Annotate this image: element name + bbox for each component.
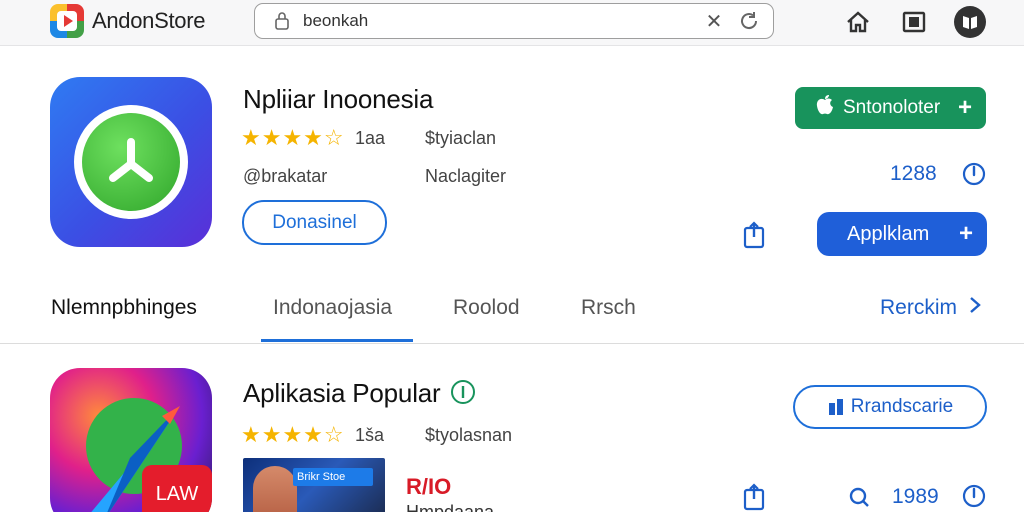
apply-button[interactable]: Applklam + (817, 212, 987, 256)
rating-value: 1ša (355, 425, 385, 445)
apply-button-label: Applklam (847, 222, 930, 245)
active-tab-indicator (261, 339, 413, 342)
promo-thumbnail[interactable]: Brikr Stoe (243, 458, 385, 512)
install-button-label: Sntonoloter (843, 97, 941, 118)
download-count: 1989 (892, 485, 939, 508)
search-bar[interactable]: beonkah ✕ (254, 3, 774, 39)
share-icon[interactable] (740, 220, 770, 250)
chevron-right-icon (969, 296, 981, 320)
rating-stars: ★★★★☆ (241, 125, 345, 150)
see-more-label: Rerckim (880, 296, 957, 319)
app-developer[interactable]: @brakatar (243, 166, 327, 187)
plus-icon: + (957, 94, 972, 121)
brand[interactable]: AndonStore (50, 4, 206, 38)
search-input[interactable]: beonkah (303, 11, 699, 31)
reload-icon[interactable] (729, 9, 769, 33)
person-image (253, 466, 297, 512)
app-icon-popular[interactable]: LAW (50, 368, 212, 512)
info-icon[interactable] (960, 482, 988, 510)
apple-icon (815, 94, 835, 122)
book-icon[interactable] (954, 6, 986, 38)
rating-stars: ★★★★☆ (241, 422, 345, 447)
section-title: Aplikasia Popular (243, 378, 476, 412)
tab-popular[interactable]: Roolod (453, 296, 520, 320)
brand-name: AndonStore (92, 8, 206, 33)
store-logo-icon (50, 4, 84, 38)
tab-recommendations[interactable]: Nlemnpbhinges (51, 296, 197, 320)
install-button[interactable]: Sntonoloter + (795, 87, 986, 129)
search-icon[interactable] (846, 484, 872, 510)
bookmark-icon (827, 397, 845, 417)
donate-button[interactable]: Donasinel (242, 200, 387, 245)
app-category: $tyiaclan (425, 128, 497, 148)
app-tag: Naclagiter (425, 166, 507, 186)
app-icon-messenger[interactable] (50, 77, 212, 247)
clear-icon[interactable]: ✕ (699, 9, 729, 34)
app-subtext: Hmpdaana (406, 502, 495, 512)
home-icon[interactable] (842, 6, 874, 38)
top-bar: AndonStore beonkah ✕ (0, 0, 1024, 46)
gallery-icon[interactable] (898, 6, 930, 38)
info-circle-icon[interactable] (450, 379, 476, 412)
info-icon[interactable] (960, 160, 988, 188)
rating-value: 1aa (355, 128, 386, 148)
donate-button-label: Donasinel (272, 211, 357, 233)
plus-icon: + (958, 220, 973, 247)
app-category: $tyolasnan (425, 425, 513, 445)
category-tabs: Nlemnpbhinges Indonaojasia Roolod Rrsch … (0, 288, 1024, 344)
top-icons (842, 6, 986, 38)
lock-icon (269, 11, 295, 31)
section-title-text: Aplikasia Popular (243, 378, 441, 408)
thumbnail-label: Brikr Stoe (293, 468, 373, 486)
download-count: 1288 (890, 162, 937, 185)
tab-search[interactable]: Rrsch (581, 296, 636, 320)
tab-indonesia[interactable]: Indonaojasia (273, 296, 392, 320)
law-badge: LAW (142, 465, 212, 512)
see-more-link[interactable]: Rerckim (880, 296, 981, 320)
bookmark-button-label: Rrandscarie (850, 396, 954, 417)
app-title[interactable]: Npliiar Inoonesia (243, 84, 433, 115)
price-label: R/IO (406, 474, 452, 499)
bookmark-button[interactable]: Rrandscarie (793, 385, 987, 429)
share-icon[interactable] (740, 482, 770, 512)
